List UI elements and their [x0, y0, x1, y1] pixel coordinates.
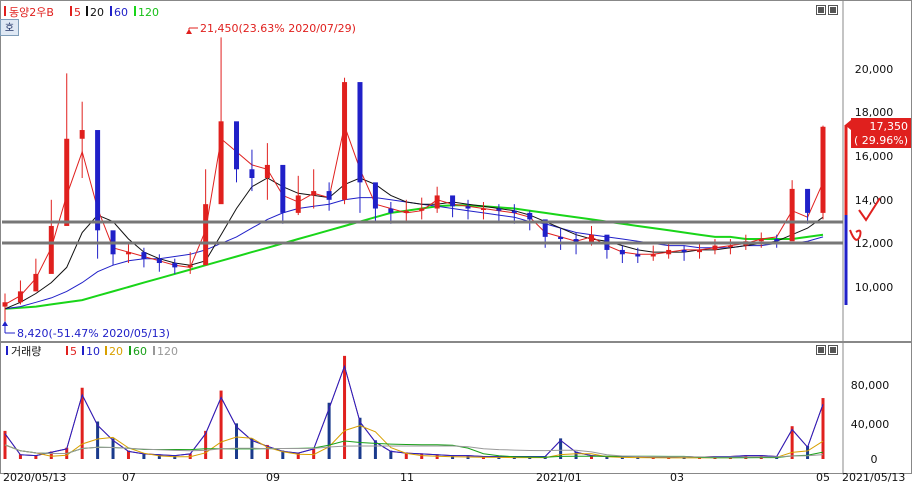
max-annotation-text: 21,450(23.63% 2020/07/29) [200, 22, 356, 35]
candle-body [17, 291, 23, 303]
stock-chart: 동양2우B 5 20 60 120 호 거래량 5 10 20 60 120 2… [0, 0, 912, 482]
x-tick: 2021/01 [536, 471, 582, 482]
stock-name: 동양2우B [9, 6, 54, 19]
candle-body [125, 252, 131, 255]
candle-body [805, 188, 811, 213]
last-price: 17,350 [870, 120, 909, 133]
candle-body [234, 121, 240, 170]
candle-body [496, 208, 502, 211]
x-tick: 05 [816, 471, 830, 482]
candle-body [2, 302, 8, 307]
candle-body [95, 130, 101, 231]
candle-body [264, 164, 270, 178]
volume-bar [235, 423, 239, 459]
candle-body [758, 239, 764, 242]
side-toggle-label: 호 [5, 22, 14, 34]
vol-legend-ma10: 10 [86, 345, 100, 358]
volume-label: 거래량 [11, 345, 41, 358]
candle-body [450, 195, 456, 207]
volume-y-tick: 80,000 [851, 379, 890, 392]
vol-legend-ma5: 5 [70, 345, 77, 358]
candle-body [357, 82, 363, 183]
x-tick: 2021/05/13 [842, 471, 905, 482]
volume-y-tick: 0 [871, 453, 878, 466]
candle-body [218, 121, 224, 205]
candle-body [465, 206, 471, 209]
price-y-tick: 20,000 [855, 63, 894, 76]
price-y-tick: 10,000 [855, 281, 894, 294]
candle-body [311, 191, 317, 196]
x-tick: 2020/05/13 [3, 471, 66, 482]
legend-ma5: 5 [74, 6, 81, 19]
x-tick: 11 [400, 471, 414, 482]
candle-body [280, 164, 286, 213]
candle-body [774, 239, 780, 242]
candle-body [558, 236, 564, 240]
candle-body [419, 208, 425, 211]
candle-body [527, 212, 533, 220]
candle-body [635, 254, 641, 257]
candle-body [681, 249, 687, 253]
candle-body [172, 263, 178, 268]
candle-body [372, 182, 378, 209]
side-toggle-button[interactable]: 호 [0, 19, 19, 36]
candle-body [388, 208, 394, 213]
candle-body [712, 245, 718, 250]
price-panel-frame [0, 0, 912, 342]
candle-body [650, 254, 656, 257]
candle-body [666, 249, 672, 255]
price-y-tick: 14,000 [855, 194, 894, 207]
candle-body [434, 195, 440, 209]
max-annotation: 21,450(23.63% 2020/07/29) [186, 22, 356, 35]
candle-body [156, 258, 162, 264]
price-y-tick: 18,000 [855, 106, 894, 119]
candle-body [79, 130, 85, 139]
candle-body [48, 225, 54, 274]
candle-body [789, 188, 795, 242]
x-tick: 09 [266, 471, 280, 482]
legend-ma120: 120 [138, 6, 159, 19]
candle-body [403, 210, 409, 213]
min-annotation-text: 8,420(-51.47% 2020/05/13) [17, 327, 170, 340]
candle-body [33, 273, 39, 292]
candle-body [820, 126, 826, 213]
last-price-box: 17,350 ( 29.96%) [845, 118, 911, 148]
candle-body [203, 204, 209, 266]
x-tick: 07 [122, 471, 136, 482]
candle-body [342, 82, 348, 200]
legend-ma20: 20 [90, 6, 104, 19]
candle-body [697, 249, 703, 253]
vol-legend-ma120: 120 [157, 345, 178, 358]
candle-body [619, 249, 625, 255]
candle-body [295, 195, 301, 213]
candle-body [249, 169, 255, 178]
candle-body [187, 265, 193, 268]
candle-body [326, 191, 332, 200]
last-change: ( 29.96%) [854, 134, 908, 147]
price-minimize-button[interactable] [816, 5, 826, 15]
price-y-tick: 12,000 [855, 237, 894, 250]
candle-body [480, 208, 486, 211]
candle-body [64, 138, 70, 226]
vol-legend-ma20: 20 [109, 345, 123, 358]
volume-close-button[interactable] [828, 345, 838, 355]
legend-ma60: 60 [114, 6, 128, 19]
volume-panel-frame [0, 342, 912, 474]
x-tick: 03 [670, 471, 684, 482]
volume-y-tick: 40,000 [851, 418, 890, 431]
price-close-button[interactable] [828, 5, 838, 15]
candle-body [727, 245, 733, 248]
volume-minimize-button[interactable] [816, 345, 826, 355]
price-y-tick: 16,000 [855, 150, 894, 163]
volume-bar [96, 421, 100, 459]
vol-legend-ma60: 60 [133, 345, 147, 358]
candle-body [141, 252, 147, 259]
candle-body [511, 210, 517, 213]
